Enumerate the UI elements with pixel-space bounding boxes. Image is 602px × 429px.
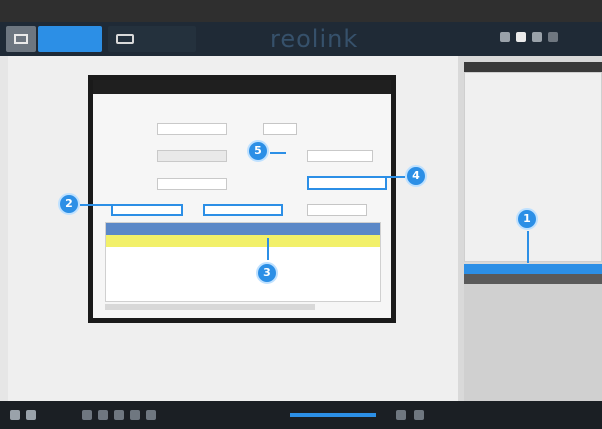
right-subheader [464,274,602,284]
app-navbar: reolink [0,22,602,56]
dialog-section-title [103,102,183,110]
tab-playback[interactable] [108,26,196,52]
callout-1-line [527,231,529,263]
secondary-button[interactable] [203,204,283,216]
menu-button[interactable] [6,26,36,52]
ptz-icon[interactable] [130,410,140,420]
tertiary-button[interactable] [307,204,367,216]
row2-label [105,152,151,162]
volume-slider[interactable] [290,413,376,417]
callout-3: 3 [256,262,278,284]
playback-icon [116,34,134,44]
row2-right-input[interactable] [307,150,373,162]
table-header [106,223,380,235]
top-status-bar [0,0,602,22]
menu-icon [14,34,28,44]
row1-input[interactable] [157,123,227,135]
primary-button[interactable] [111,204,183,216]
row3-input[interactable] [157,178,227,190]
callout-4: 4 [405,165,427,187]
row2-input[interactable] [157,150,227,162]
brand-logo: reolink [270,25,359,53]
grid-icon[interactable] [500,32,510,42]
layout-2-icon[interactable] [26,410,36,420]
zoom-icon[interactable] [146,410,156,420]
callout-5: 5 [247,140,269,162]
row3-label [105,180,151,190]
talk-icon[interactable] [114,410,124,420]
callout-2: 2 [58,193,80,215]
row1-label [105,125,151,135]
fullscreen-icon[interactable] [396,410,406,420]
callout-2-line [80,204,114,206]
selected-device-bar[interactable] [464,264,602,274]
callout-1: 1 [516,208,538,230]
device-list[interactable] [464,72,602,262]
row3-right-label [263,180,303,190]
callout-5-line [270,152,286,154]
password-input[interactable] [307,176,387,190]
settings-icon[interactable] [532,32,542,42]
horizontal-scrollbar[interactable] [105,304,315,310]
callout-3-line [267,238,269,260]
row1-button[interactable] [263,123,297,135]
callout-4-line [387,176,405,178]
right-lower-panel [464,284,602,401]
dialog-title [93,80,391,94]
tab-live-view[interactable] [38,26,102,52]
close-icon[interactable] [414,410,424,420]
layout-1-icon[interactable] [10,410,20,420]
row2-right-label [291,152,303,162]
settings-dialog [88,75,396,323]
layout-icon[interactable] [516,32,526,42]
right-panel-header [464,62,602,72]
snapshot-icon[interactable] [82,410,92,420]
bottom-toolbar [0,401,602,429]
more-icon[interactable] [548,32,558,42]
results-table [105,222,381,302]
table-row[interactable] [106,235,380,247]
record-icon[interactable] [98,410,108,420]
